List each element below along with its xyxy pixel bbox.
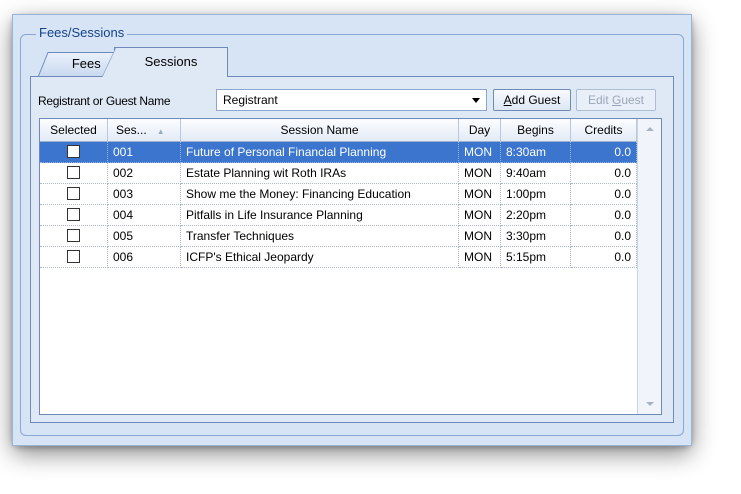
column-header-session-number[interactable]: Ses... ▲ xyxy=(108,119,181,142)
groupbox-title: Fees/Sessions xyxy=(36,25,128,40)
day-cell[interactable]: MON xyxy=(459,205,501,226)
session-name-cell[interactable]: Transfer Techniques xyxy=(181,226,459,247)
registrant-select-value: Registrant xyxy=(223,93,278,107)
column-header-label: Ses... xyxy=(116,123,147,137)
table-row[interactable]: 001 Future of Personal Financial Planning… xyxy=(40,142,637,163)
vertical-scrollbar[interactable] xyxy=(637,119,661,414)
session-number-cell[interactable]: 005 xyxy=(108,226,181,247)
table-row[interactable]: 005 Transfer Techniques MON 3:30pm 0.0 xyxy=(40,226,637,247)
add-guest-label-post: dd Guest xyxy=(511,93,561,107)
tab-sessions[interactable]: Sessions xyxy=(102,47,228,77)
column-header-label: Begins xyxy=(517,123,554,137)
begins-cell[interactable]: 1:00pm xyxy=(501,184,571,205)
sort-ascending-icon: ▲ xyxy=(156,127,165,136)
table-row[interactable]: 003 Show me the Money: Financing Educatio… xyxy=(40,184,637,205)
column-header-label: Day xyxy=(468,123,491,137)
table-row[interactable]: 002 Estate Planning wit Roth IRAs MON 9:40a… xyxy=(40,163,637,184)
column-header-session-name[interactable]: Session Name xyxy=(181,119,459,142)
begins-cell[interactable]: 9:40am xyxy=(501,163,571,184)
registrant-select[interactable]: Registrant xyxy=(216,89,487,111)
begins-cell[interactable]: 2:20pm xyxy=(501,205,571,226)
column-header-selected[interactable]: Selected xyxy=(40,119,108,142)
begins-cell[interactable]: 5:15pm xyxy=(501,247,571,268)
day-cell[interactable]: MON xyxy=(459,142,501,163)
session-name-cell[interactable]: Show me the Money: Financing Education xyxy=(181,184,459,205)
chevron-down-icon[interactable] xyxy=(472,98,480,103)
column-header-label: Session Name xyxy=(280,123,359,137)
credits-cell[interactable]: 0.0 xyxy=(571,163,637,184)
selected-cell xyxy=(40,226,108,247)
add-guest-accel: A xyxy=(503,93,512,107)
session-name-cell[interactable]: Pitfalls in Life Insurance Planning xyxy=(181,205,459,226)
selected-cell xyxy=(40,184,108,205)
selected-checkbox[interactable] xyxy=(67,250,80,263)
table-row[interactable]: 004 Pitfalls in Life Insurance Planning MO… xyxy=(40,205,637,226)
credits-cell[interactable]: 0.0 xyxy=(571,142,637,163)
tab-sessions-label: Sessions xyxy=(144,54,198,69)
session-number-cell[interactable]: 004 xyxy=(108,205,181,226)
scroll-down-icon[interactable] xyxy=(646,402,654,406)
day-cell[interactable]: MON xyxy=(459,247,501,268)
day-cell[interactable]: MON xyxy=(459,226,501,247)
column-header-label: Selected xyxy=(50,123,97,137)
credits-cell[interactable]: 0.0 xyxy=(571,226,637,247)
selected-checkbox[interactable] xyxy=(67,145,80,158)
selected-checkbox[interactable] xyxy=(67,187,80,200)
registrant-label: Registrant or Guest Name xyxy=(38,94,171,108)
day-cell[interactable]: MON xyxy=(459,184,501,205)
selected-cell xyxy=(40,247,108,268)
table-row[interactable]: 006 ICFP's Ethical Jeopardy MON 5:15pm 0.0 xyxy=(40,247,637,268)
sessions-grid: Selected Ses... ▲ Session Name Day Begins… xyxy=(39,118,662,415)
column-header-credits[interactable]: Credits xyxy=(571,119,637,142)
session-name-cell[interactable]: ICFP's Ethical Jeopardy xyxy=(181,247,459,268)
column-header-day[interactable]: Day xyxy=(459,119,501,142)
session-number-cell[interactable]: 002 xyxy=(108,163,181,184)
selected-checkbox[interactable] xyxy=(67,229,80,242)
session-number-cell[interactable]: 006 xyxy=(108,247,181,268)
edit-guest-accel: G xyxy=(611,93,622,107)
selected-checkbox[interactable] xyxy=(67,208,80,221)
selected-cell xyxy=(40,205,108,226)
selected-cell xyxy=(40,163,108,184)
selected-checkbox[interactable] xyxy=(67,166,80,179)
column-header-begins[interactable]: Begins xyxy=(501,119,571,142)
credits-cell[interactable]: 0.0 xyxy=(571,184,637,205)
edit-guest-button[interactable]: Edit Guest xyxy=(576,89,656,111)
begins-cell[interactable]: 8:30am xyxy=(501,142,571,163)
edit-guest-label-pre: Edit xyxy=(587,93,612,107)
session-name-cell[interactable]: Future of Personal Financial Planning xyxy=(181,142,459,163)
credits-cell[interactable]: 0.0 xyxy=(571,205,637,226)
add-guest-button[interactable]: Add Guest xyxy=(493,89,571,111)
column-header-label: Credits xyxy=(584,123,623,137)
edit-guest-label-post: uest xyxy=(621,93,645,107)
day-cell[interactable]: MON xyxy=(459,163,501,184)
session-number-cell[interactable]: 001 xyxy=(108,142,181,163)
begins-cell[interactable]: 3:30pm xyxy=(501,226,571,247)
tab-fees-label: Fees xyxy=(71,56,101,71)
session-name-cell[interactable]: Estate Planning wit Roth IRAs xyxy=(181,163,459,184)
session-number-cell[interactable]: 003 xyxy=(108,184,181,205)
selected-cell xyxy=(40,142,108,163)
credits-cell[interactable]: 0.0 xyxy=(571,247,637,268)
scroll-up-icon[interactable] xyxy=(646,127,654,131)
